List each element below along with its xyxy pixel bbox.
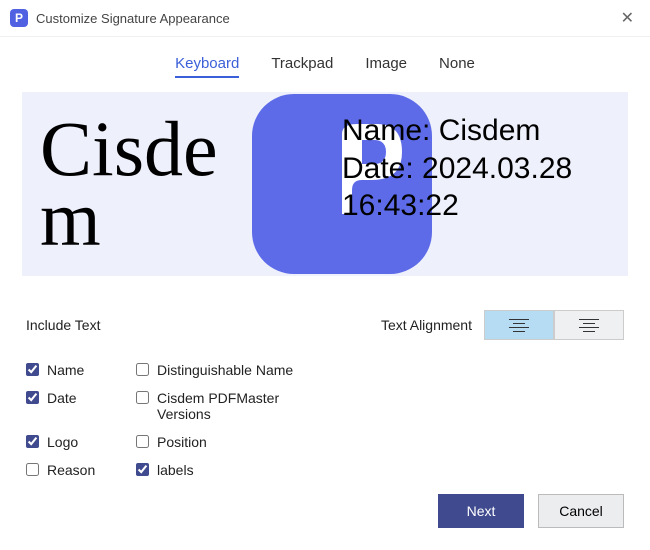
checkbox-labels-label: labels	[157, 462, 194, 478]
checkbox-logo-input[interactable]	[26, 435, 39, 448]
checkbox-distinguishable-name-input[interactable]	[136, 363, 149, 376]
align-left-icon	[509, 319, 529, 332]
preview-name-line: Name: Cisdem	[342, 112, 572, 150]
checkbox-versions-label: Cisdem PDFMaster Versions	[157, 390, 336, 422]
include-options-grid: Name Distinguishable Name Date Cisdem PD…	[26, 362, 624, 478]
checkbox-name[interactable]: Name	[26, 362, 136, 378]
checkbox-versions-input[interactable]	[136, 391, 149, 404]
tab-none[interactable]: None	[439, 55, 475, 78]
content-area: Include Text Text Alignment Name Disting…	[0, 276, 650, 478]
tab-image[interactable]: Image	[365, 55, 407, 78]
checkbox-date[interactable]: Date	[26, 390, 136, 422]
options-header: Include Text Text Alignment	[26, 310, 624, 340]
text-alignment-label: Text Alignment	[381, 317, 472, 333]
preview-time-line: 16:43:22	[342, 187, 572, 225]
window-title: Customize Signature Appearance	[36, 11, 230, 26]
align-right-icon	[579, 319, 599, 332]
checkbox-name-input[interactable]	[26, 363, 39, 376]
app-icon: P	[10, 9, 28, 27]
checkbox-position[interactable]: Position	[136, 434, 336, 450]
close-icon[interactable]: ✕	[615, 6, 640, 30]
tab-keyboard[interactable]: Keyboard	[175, 55, 239, 78]
align-left-button[interactable]	[484, 310, 554, 340]
checkbox-distinguishable-name[interactable]: Distinguishable Name	[136, 362, 336, 378]
checkbox-distinguishable-name-label: Distinguishable Name	[157, 362, 293, 378]
next-button[interactable]: Next	[438, 494, 524, 528]
preview-date-line: Date: 2024.03.28	[342, 150, 572, 188]
checkbox-reason[interactable]: Reason	[26, 462, 136, 478]
tab-trackpad[interactable]: Trackpad	[271, 55, 333, 78]
checkbox-labels[interactable]: labels	[136, 462, 336, 478]
checkbox-logo[interactable]: Logo	[26, 434, 136, 450]
checkbox-versions[interactable]: Cisdem PDFMaster Versions	[136, 390, 336, 422]
checkbox-logo-label: Logo	[47, 434, 78, 450]
preview-info-text: Name: Cisdem Date: 2024.03.28 16:43:22	[342, 112, 572, 225]
signature-preview: Cisdem Name: Cisdem Date: 2024.03.28 16:…	[22, 92, 628, 276]
preview-signature-text: Cisdem	[22, 114, 272, 254]
footer-buttons: Next Cancel	[438, 494, 624, 528]
tabs: Keyboard Trackpad Image None	[0, 37, 650, 86]
include-text-label: Include Text	[26, 317, 100, 333]
checkbox-name-label: Name	[47, 362, 84, 378]
align-right-button[interactable]	[554, 310, 624, 340]
checkbox-date-input[interactable]	[26, 391, 39, 404]
checkbox-date-label: Date	[47, 390, 77, 406]
checkbox-reason-label: Reason	[47, 462, 95, 478]
checkbox-labels-input[interactable]	[136, 463, 149, 476]
titlebar: P Customize Signature Appearance ✕	[0, 0, 650, 37]
checkbox-position-label: Position	[157, 434, 207, 450]
cancel-button[interactable]: Cancel	[538, 494, 624, 528]
checkbox-position-input[interactable]	[136, 435, 149, 448]
checkbox-reason-input[interactable]	[26, 463, 39, 476]
text-alignment-group: Text Alignment	[381, 310, 624, 340]
